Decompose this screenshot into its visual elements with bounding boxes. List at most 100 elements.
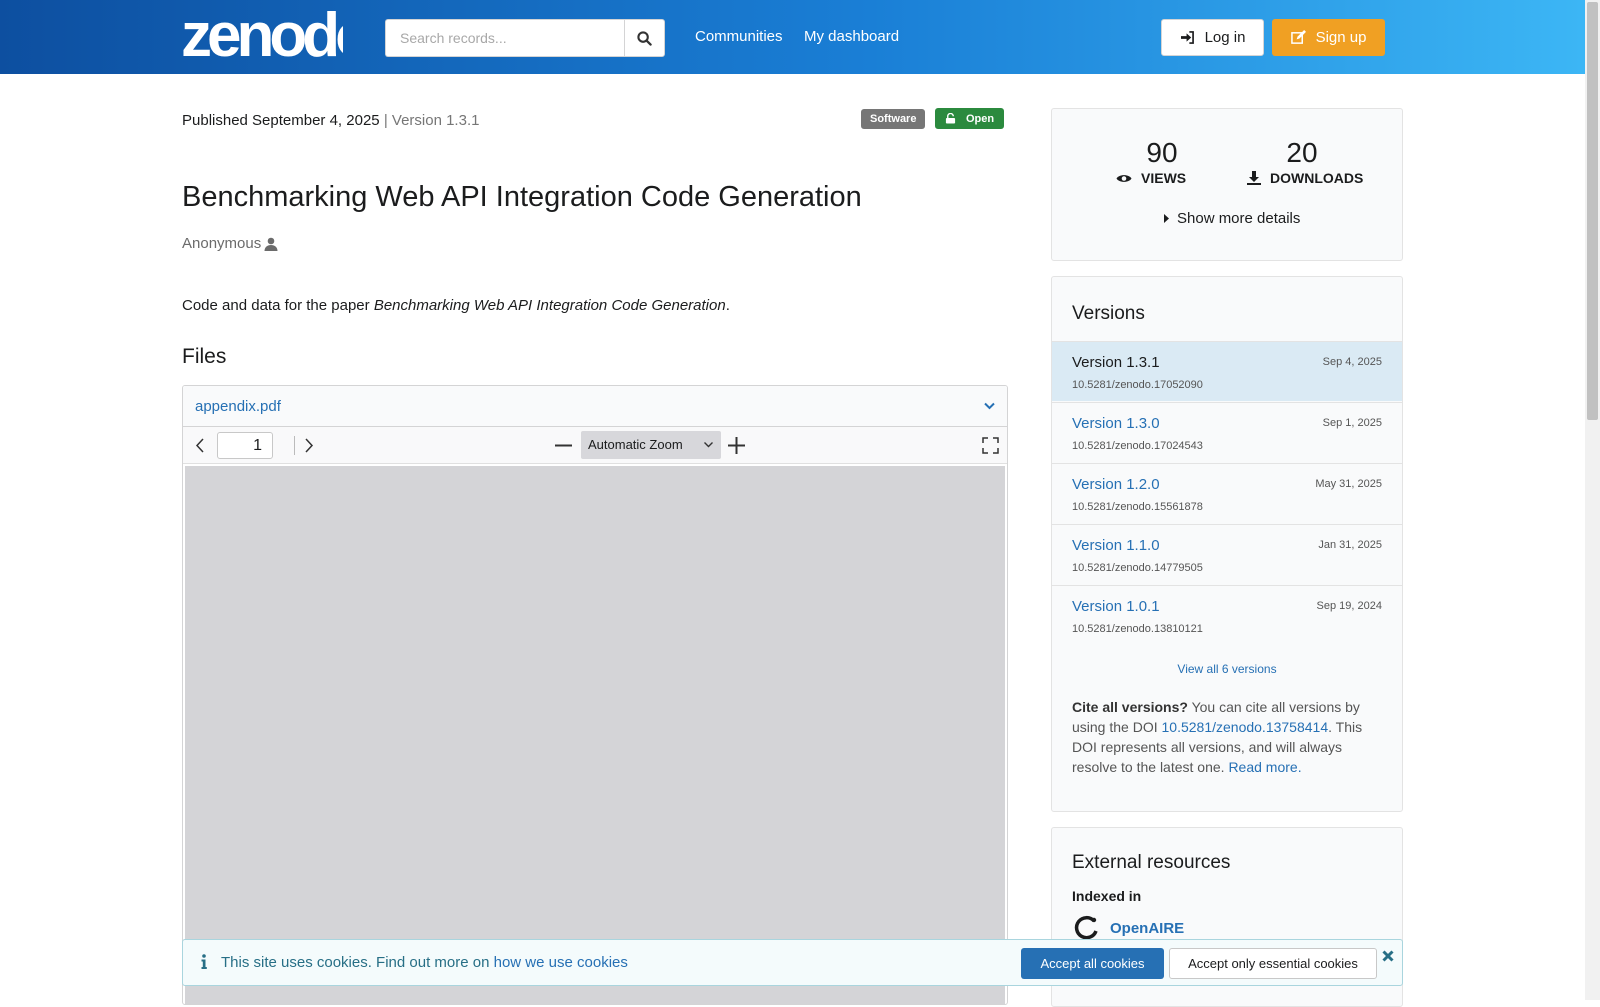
zoom-out-icon[interactable] xyxy=(555,438,572,453)
views-count: 90 xyxy=(1146,137,1178,168)
published-date: Published September 4, 2025 xyxy=(182,112,380,129)
download-icon xyxy=(1247,171,1261,185)
version-doi: 10.5281/zenodo.14779505 xyxy=(1072,562,1203,574)
version-date: Jan 31, 2025 xyxy=(1318,539,1382,551)
sign-in-icon xyxy=(1180,31,1194,44)
version-link[interactable]: Version 1.2.0 xyxy=(1072,476,1160,493)
openaire-entry: OpenAIRE xyxy=(1072,914,1184,942)
version-item-1-3-0: Version 1.3.0 Sep 1, 2025 10.5281/zenodo… xyxy=(1052,402,1402,462)
version-item-1-2-0: Version 1.2.0 May 31, 2025 10.5281/zenod… xyxy=(1052,463,1402,523)
record-description: Code and data for the paper Benchmarking… xyxy=(182,297,730,314)
access-badge: Open xyxy=(935,108,1005,129)
signup-label: Sign up xyxy=(1315,29,1367,46)
cookie-message-text: This site uses cookies. Find out more on xyxy=(221,954,494,971)
cite-all-versions: Cite all versions? You can cite all vers… xyxy=(1072,697,1387,777)
author[interactable]: Anonymous xyxy=(182,235,278,252)
version-item-1-1-0: Version 1.1.0 Jan 31, 2025 10.5281/zenod… xyxy=(1052,524,1402,584)
stats-panel: 90 VIEWS 20 DOWNLOADS Show more details xyxy=(1051,108,1403,261)
svg-text:zenodo: zenodo xyxy=(181,6,343,62)
user-icon xyxy=(264,237,278,251)
file-accordion-header[interactable]: appendix.pdf xyxy=(183,386,1007,427)
pdf-viewer-canvas[interactable] xyxy=(185,466,1005,1004)
nav-communities[interactable]: Communities xyxy=(695,28,783,45)
version-link[interactable]: Version 1.0.1 xyxy=(1072,598,1160,615)
external-resources-heading: External resources xyxy=(1072,852,1231,873)
version-item-1-3-1[interactable]: Version 1.3.1 Sep 4, 2025 10.5281/zenodo… xyxy=(1052,341,1402,401)
unlock-icon xyxy=(945,113,956,124)
version-item-1-0-1: Version 1.0.1 Sep 19, 2024 10.5281/zenod… xyxy=(1052,585,1402,645)
search-icon xyxy=(637,30,652,46)
resource-type-badge: Software xyxy=(861,109,926,129)
read-more-link[interactable]: Read more. xyxy=(1228,759,1301,775)
version-doi: 10.5281/zenodo.17024543 xyxy=(1072,440,1203,452)
login-button[interactable]: Log in xyxy=(1161,19,1264,56)
info-icon xyxy=(201,954,207,969)
zoom-select[interactable]: Automatic Zoom xyxy=(581,431,721,459)
pdf-toolbar: 1 Automatic Zoom xyxy=(183,427,1007,464)
show-more-label: Show more details xyxy=(1177,210,1301,227)
version-date: Sep 1, 2025 xyxy=(1322,417,1382,429)
zoom-in-icon[interactable] xyxy=(728,437,745,454)
version-doi: 10.5281/zenodo.15561878 xyxy=(1072,501,1203,513)
indexed-in-label: Indexed in xyxy=(1072,888,1142,904)
version-doi: 10.5281/zenodo.17052090 xyxy=(1072,379,1203,391)
previous-page-icon[interactable] xyxy=(195,438,205,453)
cookie-policy-link[interactable]: how we use cookies xyxy=(494,954,628,971)
show-more-details-toggle[interactable]: Show more details xyxy=(1164,210,1300,227)
openaire-link[interactable]: OpenAIRE xyxy=(1110,920,1184,937)
version-date: May 31, 2025 xyxy=(1315,478,1382,490)
search-button[interactable] xyxy=(624,19,665,57)
separator: | xyxy=(383,112,388,129)
login-label: Log in xyxy=(1204,29,1246,46)
chevron-down-icon[interactable] xyxy=(984,402,995,410)
page-scrollbar[interactable] xyxy=(1585,0,1600,1000)
toolbar-divider xyxy=(294,436,295,455)
downloads-count: 20 xyxy=(1286,137,1318,168)
versions-heading: Versions xyxy=(1072,303,1145,324)
nav-my-dashboard[interactable]: My dashboard xyxy=(804,28,899,45)
description-text: Code and data for the paper xyxy=(182,297,374,314)
accept-all-cookies-button[interactable]: Accept all cookies xyxy=(1021,948,1164,979)
accept-essential-cookies-button[interactable]: Accept only essential cookies xyxy=(1169,948,1377,979)
record-title: Benchmarking Web API Integration Code Ge… xyxy=(182,181,862,213)
versions-panel: Versions Version 1.3.1 Sep 4, 2025 10.52… xyxy=(1051,276,1403,812)
scrollbar-thumb[interactable] xyxy=(1587,2,1598,420)
top-header: zenodo Communities My dashboard Log in S… xyxy=(0,0,1585,74)
views-label-text: VIEWS xyxy=(1141,170,1187,186)
fullscreen-icon[interactable] xyxy=(982,437,999,454)
caret-right-icon xyxy=(1164,214,1169,223)
zoom-select-value: Automatic Zoom xyxy=(588,437,683,452)
next-page-icon[interactable] xyxy=(304,438,314,453)
file-name[interactable]: appendix.pdf xyxy=(195,398,281,415)
search-bar xyxy=(385,19,665,57)
downloads-label: DOWNLOADS xyxy=(1247,170,1363,186)
description-suffix: . xyxy=(725,297,730,314)
downloads-label-text: DOWNLOADS xyxy=(1270,170,1364,186)
files-preview: appendix.pdf 1 Automatic Zoom xyxy=(182,385,1008,1005)
views-label: VIEWS xyxy=(1116,170,1186,186)
view-all-versions-link[interactable]: View all 6 versions xyxy=(1052,662,1402,676)
version-link[interactable]: Version 1.1.0 xyxy=(1072,537,1160,554)
version-name: Version 1.3.1 xyxy=(1072,354,1160,371)
dropdown-arrow-icon xyxy=(704,442,713,448)
search-input[interactable] xyxy=(385,19,625,57)
eye-icon xyxy=(1116,174,1132,182)
access-badge-label: Open xyxy=(966,112,995,125)
page-number-input[interactable]: 1 xyxy=(217,432,273,459)
concept-doi-link[interactable]: 10.5281/zenodo.13758414 xyxy=(1162,719,1329,735)
cookie-message: This site uses cookies. Find out more on… xyxy=(221,954,628,971)
files-heading: Files xyxy=(182,345,227,368)
zenodo-logo[interactable]: zenodo xyxy=(181,6,343,62)
description-paper-title: Benchmarking Web API Integration Code Ge… xyxy=(373,297,726,314)
publication-info: Published September 4, 2025 | Version 1.… xyxy=(182,112,479,129)
version-date: Sep 4, 2025 xyxy=(1322,356,1382,368)
cite-question: Cite all versions? xyxy=(1072,699,1188,715)
openaire-logo-icon xyxy=(1074,915,1098,940)
signup-button[interactable]: Sign up xyxy=(1272,19,1385,56)
edit-icon xyxy=(1290,30,1306,44)
cookie-banner: This site uses cookies. Find out more on… xyxy=(182,939,1403,986)
version-doi: 10.5281/zenodo.13810121 xyxy=(1072,623,1203,635)
close-icon[interactable] xyxy=(1382,950,1394,962)
version-label: Version 1.3.1 xyxy=(391,112,480,129)
version-link[interactable]: Version 1.3.0 xyxy=(1072,415,1160,432)
